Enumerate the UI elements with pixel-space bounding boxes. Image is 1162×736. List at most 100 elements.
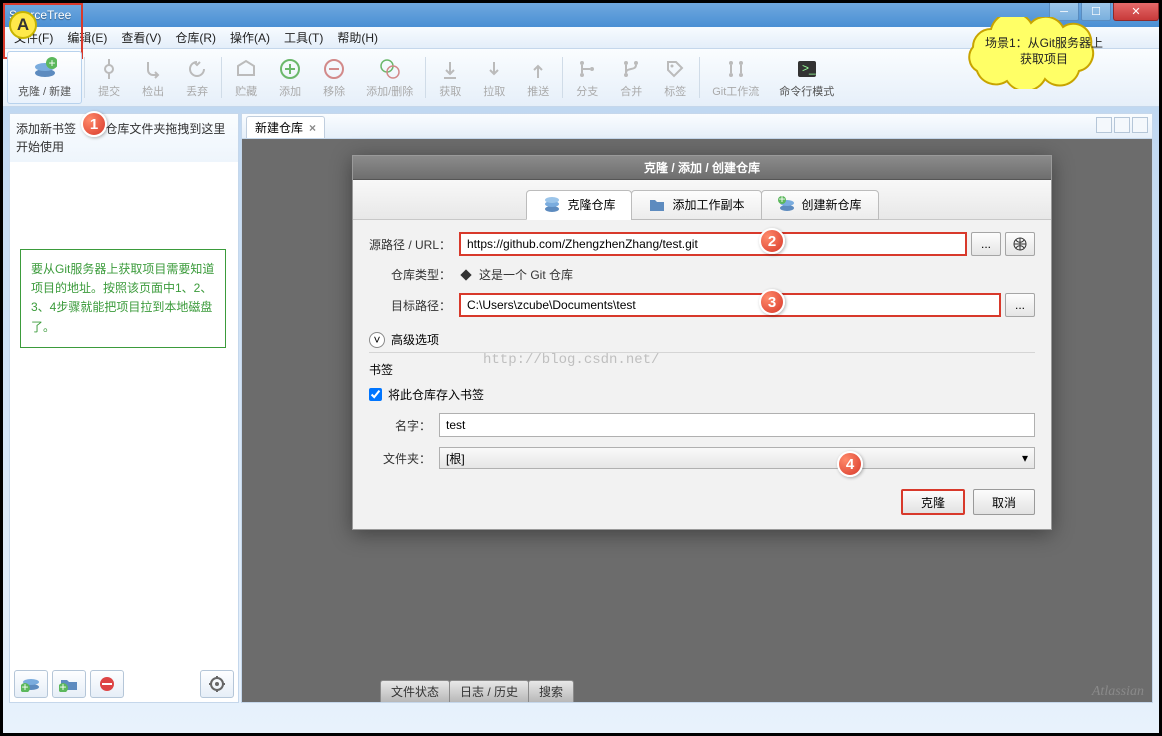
folder-icon [648,196,666,214]
dest-path-input[interactable]: C:\Users\zcube\Documents\test [459,293,1001,317]
dialog-title: 克隆 / 添加 / 创建仓库 [353,156,1051,180]
sb-add-folder-button[interactable]: + [52,670,86,698]
svg-text:获取项目: 获取项目 [1020,52,1068,66]
menu-repo[interactable]: 仓库(R) [168,29,223,46]
annotation-badge-1: 1 [81,111,107,137]
name-label: 名字： [369,417,439,434]
tabs-prev-button[interactable] [1096,117,1112,133]
clone-icon: + [33,57,57,81]
tb-tag[interactable]: 标签 [653,51,697,104]
clone-button[interactable]: 克隆 [901,489,965,515]
tb-branch[interactable]: 分支 [565,51,609,104]
btab-log[interactable]: 日志 / 历史 [449,680,529,702]
chevron-down-icon: ˅ [369,332,385,348]
main-canvas: 克隆 / 添加 / 创建仓库 克隆仓库 添加工作副本 +创建新仓库 源路径 / … [241,139,1153,703]
menu-help[interactable]: 帮助(H) [330,29,385,46]
dialog-tabs: 克隆仓库 添加工作副本 +创建新仓库 [353,180,1051,220]
tb-pull[interactable]: 拉取 [472,51,516,104]
push-icon [526,57,550,81]
merge-icon [619,57,643,81]
advanced-toggle[interactable]: ˅ 高级选项 [369,327,1035,352]
annotation-badge-3: 3 [759,289,785,315]
dest-path-label: 目标路径： [369,297,459,314]
dlg-tab-clone[interactable]: 克隆仓库 [526,190,632,220]
tabs-next-button[interactable] [1114,117,1130,133]
diamond-icon [459,268,473,282]
menu-actions[interactable]: 操作(A) [223,29,277,46]
annotation-badge-2: 2 [759,228,785,254]
annotation-note: 要从Git服务器上获取项目需要知道项目的地址。按照该页面中1、2、3、4步骤就能… [20,249,226,348]
db-icon [543,196,561,214]
tb-fetch[interactable]: 获取 [428,51,472,104]
discard-icon [185,57,209,81]
btab-file-status[interactable]: 文件状态 [380,680,450,702]
close-tab-icon[interactable]: × [309,121,316,135]
tab-new-repo[interactable]: 新建仓库 × [246,116,325,138]
checkout-icon [141,57,165,81]
chevron-down-icon: ▾ [1022,451,1028,465]
src-url-input[interactable]: https://github.com/ZhengzhenZhang/test.g… [459,232,967,256]
tb-remove[interactable]: 移除 [312,51,356,104]
annotation-cloud: 场景1：从Git服务器上 获取项目 [943,17,1145,89]
name-input[interactable]: test [439,413,1035,437]
gitflow-icon [724,57,748,81]
svg-text:+: + [778,196,785,206]
bookmark-header: 书签 [369,361,1035,378]
terminal-icon: >_ [795,57,819,81]
svg-text:+: + [59,680,66,692]
svg-text:场景1：从Git服务器上: 场景1：从Git服务器上 [985,35,1103,50]
bookmark-check-label: 将此仓库存入书签 [388,386,484,403]
menu-view[interactable]: 查看(V) [114,29,168,46]
tabs-menu-button[interactable] [1132,117,1148,133]
tb-commit[interactable]: 提交 [87,51,131,104]
tb-discard[interactable]: 丢弃 [175,51,219,104]
bookmark-checkbox[interactable] [369,388,382,401]
sidebar-hint: 添加新书签 仓库文件夹拖拽到这里 开始使用 [10,114,238,162]
tb-add[interactable]: 添加 [268,51,312,104]
tb-merge[interactable]: 合并 [609,51,653,104]
folder-label: 文件夹： [369,450,439,467]
repo-type-value: 这是一个 Git 仓库 [459,266,573,283]
dlg-tab-create[interactable]: +创建新仓库 [761,190,879,220]
globe-button[interactable] [1005,232,1035,256]
tb-push[interactable]: 推送 [516,51,560,104]
create-icon: + [778,196,796,214]
menu-tools[interactable]: 工具(T) [277,29,330,46]
svg-text:>_: >_ [802,61,816,75]
remove-icon [322,57,346,81]
svg-text:+: + [21,680,28,692]
brand-label: Atlassian [1092,684,1144,700]
sidebar: 添加新书签 仓库文件夹拖拽到这里 开始使用 要从Git服务器上获取项目需要知道项… [9,113,239,703]
cancel-button[interactable]: 取消 [973,489,1035,515]
sb-settings-button[interactable] [200,670,234,698]
tb-add-remove[interactable]: 添加/删除 [356,51,423,104]
src-url-label: 源路径 / URL： [369,236,459,253]
browse-src-button[interactable]: ... [971,232,1001,256]
fetch-icon [438,57,462,81]
folder-select[interactable]: [根]▾ [439,447,1035,469]
add-remove-icon [378,57,402,81]
clone-dialog: 克隆 / 添加 / 创建仓库 克隆仓库 添加工作副本 +创建新仓库 源路径 / … [352,155,1052,530]
branch-icon [575,57,599,81]
bottom-tabs: 文件状态 日志 / 历史 搜索 [380,680,573,702]
dlg-tab-add[interactable]: 添加工作副本 [631,190,761,220]
tb-checkout[interactable]: 检出 [131,51,175,104]
commit-icon [97,57,121,81]
document-tabs: 新建仓库 × [241,113,1153,139]
stash-icon [234,57,258,81]
sb-add-repo-button[interactable]: + [14,670,48,698]
annotation-letter-a: A [9,11,37,39]
browse-dest-button[interactable]: ... [1005,293,1035,317]
tb-stash[interactable]: 贮藏 [224,51,268,104]
menu-edit[interactable]: 编辑(E) [60,29,114,46]
annotation-badge-4: 4 [837,451,863,477]
btab-search[interactable]: 搜索 [528,680,574,702]
tag-icon [663,57,687,81]
tb-clone-new[interactable]: + 克隆 / 新建 [7,51,82,104]
tb-gitflow[interactable]: Git工作流 [702,51,769,104]
sb-remove-button[interactable] [90,670,124,698]
svg-text:+: + [48,57,55,70]
add-icon [278,57,302,81]
pull-icon [482,57,506,81]
tb-terminal[interactable]: >_命令行模式 [769,51,844,104]
